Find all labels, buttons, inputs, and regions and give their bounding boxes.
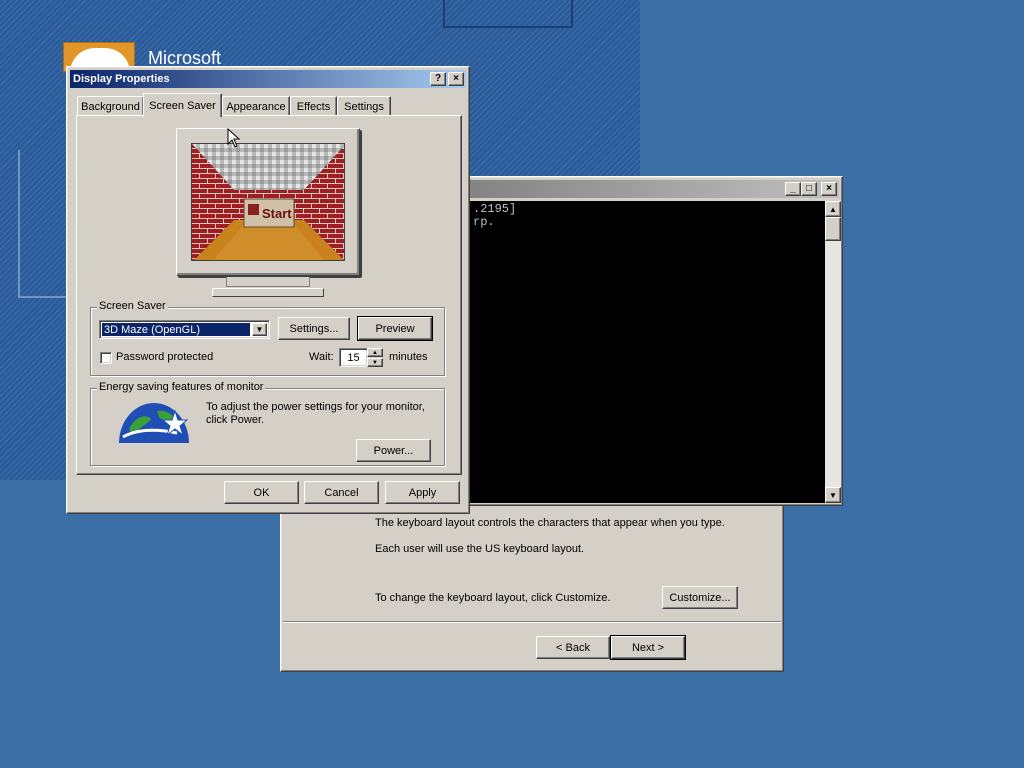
wizard-customize-hint: To change the keyboard layout, click Cus… bbox=[375, 592, 611, 604]
wait-minutes-stepper[interactable]: ▲ ▼ bbox=[367, 348, 383, 367]
monitor-stand-base bbox=[212, 288, 324, 297]
settings-button[interactable]: Settings... bbox=[278, 317, 350, 340]
help-icon[interactable]: ? bbox=[430, 72, 446, 86]
energy-description-line2: click Power. bbox=[206, 414, 265, 426]
console-titlebar[interactable]: _ □ × bbox=[449, 180, 839, 198]
minutes-label: minutes bbox=[389, 351, 428, 363]
scroll-up-icon[interactable]: ▲ bbox=[825, 201, 841, 217]
tab-effects[interactable]: Effects bbox=[290, 96, 337, 116]
customize-button[interactable]: Customize... bbox=[662, 586, 738, 609]
screen-saver-group-label: Screen Saver bbox=[97, 300, 168, 312]
password-protected-checkbox[interactable] bbox=[100, 352, 112, 364]
screensaver-select[interactable]: 3D Maze (OpenGL) ▼ bbox=[99, 320, 270, 339]
maze-preview-image: Start bbox=[192, 144, 344, 260]
power-button[interactable]: Power... bbox=[356, 439, 431, 462]
wizard-description: The keyboard layout controls the charact… bbox=[375, 517, 725, 529]
ok-button[interactable]: OK bbox=[224, 481, 299, 504]
maximize-icon[interactable]: □ bbox=[801, 182, 817, 196]
console-output[interactable]: .2195] rp. bbox=[450, 201, 825, 503]
cancel-button[interactable]: Cancel bbox=[304, 481, 379, 504]
back-button[interactable]: < Back bbox=[536, 636, 610, 659]
preview-start-text: Start bbox=[262, 206, 292, 221]
command-prompt-window: _ □ × .2195] rp. ▲ ▼ bbox=[445, 176, 843, 506]
tab-appearance[interactable]: Appearance bbox=[222, 96, 290, 116]
apply-button[interactable]: Apply bbox=[385, 481, 460, 504]
wait-label: Wait: bbox=[309, 351, 334, 363]
setup-decoration-frame bbox=[443, 0, 573, 28]
wizard-separator bbox=[283, 621, 781, 623]
dialog-title: Display Properties bbox=[73, 73, 170, 85]
scroll-down-icon[interactable]: ▼ bbox=[825, 487, 841, 503]
tab-settings[interactable]: Settings bbox=[337, 96, 391, 116]
setup-decoration-line bbox=[18, 296, 68, 298]
mouse-cursor-icon bbox=[227, 128, 241, 148]
setup-decoration-line bbox=[18, 150, 20, 298]
password-protected-label[interactable]: Password protected bbox=[116, 351, 213, 363]
close-icon[interactable]: × bbox=[821, 182, 837, 196]
console-line: .2195] bbox=[473, 202, 517, 216]
wait-minutes-input[interactable]: 15 bbox=[339, 348, 368, 367]
wizard-current-layout: Each user will use the US keyboard layou… bbox=[375, 543, 585, 555]
preview-button[interactable]: Preview bbox=[357, 316, 433, 341]
close-icon[interactable]: × bbox=[448, 72, 464, 86]
monitor-stand-neck bbox=[226, 277, 310, 287]
console-scrollbar[interactable]: ▲ ▼ bbox=[825, 201, 841, 503]
energy-star-icon bbox=[119, 403, 189, 443]
chevron-down-icon[interactable]: ▼ bbox=[252, 323, 267, 336]
scroll-thumb[interactable] bbox=[825, 217, 841, 241]
tab-background[interactable]: Background bbox=[77, 96, 144, 116]
spin-down-icon[interactable]: ▼ bbox=[367, 358, 383, 367]
screensaver-selected-value: 3D Maze (OpenGL) bbox=[102, 323, 250, 336]
energy-group-label: Energy saving features of monitor bbox=[97, 381, 266, 393]
energy-description-line1: To adjust the power settings for your mo… bbox=[206, 401, 425, 413]
minimize-icon[interactable]: _ bbox=[785, 182, 801, 196]
screensaver-preview: Start bbox=[191, 143, 345, 261]
next-button[interactable]: Next > bbox=[610, 635, 686, 660]
spin-up-icon[interactable]: ▲ bbox=[367, 348, 383, 357]
dialog-titlebar[interactable]: Display Properties ? × bbox=[70, 70, 466, 88]
console-line: rp. bbox=[473, 215, 495, 229]
tab-screen-saver[interactable]: Screen Saver bbox=[143, 93, 222, 117]
